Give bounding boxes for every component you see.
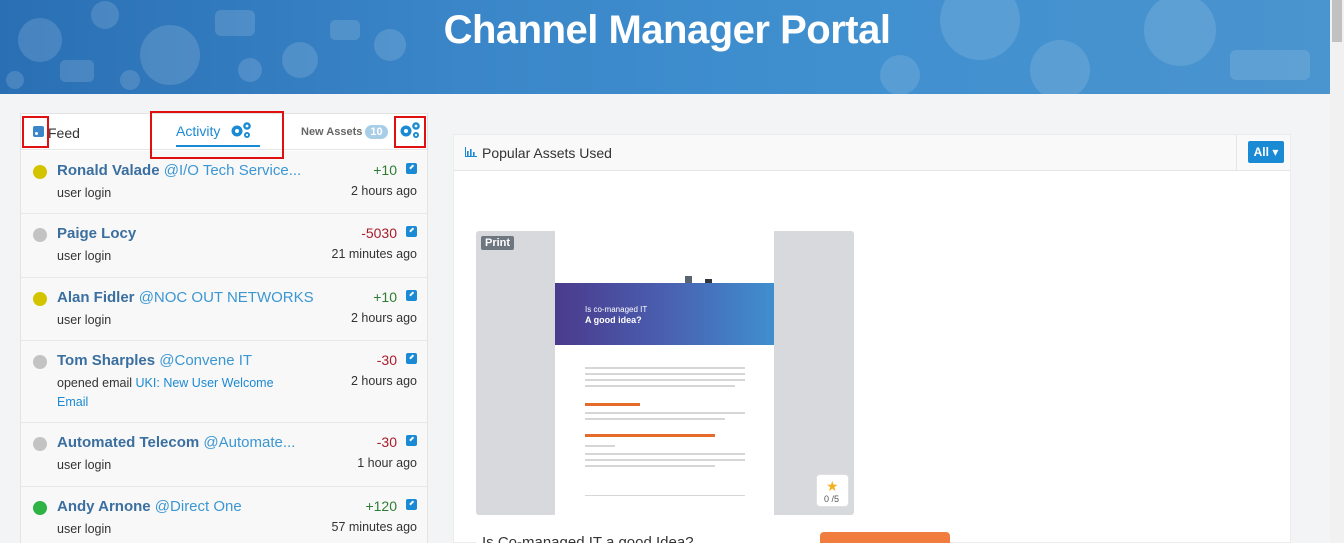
header-divider [1236,135,1237,171]
feed-item[interactable]: Ronald Valade @I/O Tech Service... user … [21,151,427,214]
company-link[interactable]: @I/O Tech Service... [164,162,302,179]
activity-feed-list: Ronald Valade @I/O Tech Service... user … [21,151,427,543]
doc-text-line [585,465,715,467]
asset-preview-document: Is co-managed IT A good idea? [555,231,774,515]
score-change: +120 [365,498,397,514]
doc-text-line [585,373,745,375]
company-link[interactable]: @Automate... [203,434,295,451]
status-dot [33,292,47,306]
asset-hero-line1: Is co-managed IT [585,305,648,314]
activity-action: user login [57,522,112,536]
contact-name[interactable]: Alan Fidler @NOC OUT NETWORKS [57,289,314,306]
asset-type-badge: Print [481,236,515,250]
doc-text-line [585,459,745,461]
company-link[interactable]: @NOC OUT NETWORKS [139,289,314,306]
highlight-box-settings [394,116,426,148]
page-scrollbar[interactable] [1330,0,1344,543]
scrollbar-thumb[interactable] [1332,0,1342,42]
status-dot [33,437,47,451]
contact-name[interactable]: Tom Sharples @Convene IT [57,352,252,369]
feed-item[interactable]: Alan Fidler @NOC OUT NETWORKS user login… [21,278,427,341]
score-change: -5030 [361,225,397,241]
tab-new-assets[interactable]: New Assets 10 [301,125,388,139]
status-dot [33,355,47,369]
contact-name[interactable]: Andy Arnone @Direct One [57,498,242,515]
activity-time: 1 hour ago [357,456,417,470]
external-link-icon[interactable] [406,290,417,301]
activity-action: opened email UKI: New User Welcome Email [57,376,274,409]
asset-hero-banner: Is co-managed IT A good idea? [555,283,774,345]
activity-action: user login [57,249,112,263]
tab-feed[interactable]: Feed [48,125,80,141]
status-dot [33,165,47,179]
popular-assets-title: Popular Assets Used [482,145,612,161]
activity-time: 2 hours ago [350,184,417,198]
filter-dropdown-button[interactable]: All ▾ [1248,141,1284,163]
star-icon: ★ [826,478,839,494]
activity-action: user login [57,313,112,327]
activity-panel: Feed Activity New Assets 10 Ronald Valade… [20,113,428,543]
feed-item[interactable]: Andy Arnone @Direct One user login +120 … [21,487,427,543]
doc-heading-line [585,403,640,406]
bar-chart-icon [465,147,477,157]
company-link[interactable]: @Direct One [155,498,242,515]
doc-text-line [585,367,745,369]
asset-card[interactable]: Is co-managed IT A good idea? Print ★ 0 … [476,231,854,543]
status-dot [33,228,47,242]
status-dot [33,501,47,515]
caret-down-icon: ▾ [1272,145,1279,159]
floating-action-button[interactable] [820,532,950,543]
score-change: +10 [373,162,397,178]
activity-action: user login [57,458,112,472]
highlight-box-rss [22,116,49,148]
asset-thumbnail[interactable]: Is co-managed IT A good idea? Print ★ 0 … [476,231,854,515]
contact-name[interactable]: Paige Locy [57,225,136,242]
external-link-icon[interactable] [406,226,417,237]
score-change: -30 [376,434,397,450]
doc-text-line [585,379,745,381]
external-link-icon[interactable] [406,163,417,174]
header-banner: Channel Manager Portal [0,0,1330,94]
feed-item[interactable]: Tom Sharples @Convene IT opened email UK… [21,341,427,423]
popular-assets-header: Popular Assets Used All ▾ [454,135,1290,171]
rating-value: 0 /5 [824,494,840,504]
company-link[interactable]: @Convene IT [159,352,252,369]
asset-hero-line2: A good idea? [585,315,642,325]
doc-footer-line [585,495,745,496]
asset-rating[interactable]: ★ 0 /5 [816,474,849,507]
external-link-icon[interactable] [406,435,417,446]
doc-heading-line [585,434,715,437]
score-change: +10 [373,289,397,305]
feed-item[interactable]: Paige Locy user login -5030 21 minutes a… [21,214,427,278]
new-assets-count-badge: 10 [365,125,388,139]
contact-name[interactable]: Automated Telecom @Automate... [57,434,295,451]
contact-name[interactable]: Ronald Valade @I/O Tech Service... [57,162,301,179]
activity-time: 2 hours ago [350,374,417,388]
score-change: -30 [376,352,397,368]
activity-action: user login [57,186,112,200]
external-link-icon[interactable] [406,353,417,364]
doc-text-line [585,453,745,455]
doc-text-line [585,412,745,414]
activity-time: 21 minutes ago [331,247,417,261]
popular-assets-panel: Popular Assets Used All ▾ Is co-managed … [453,134,1291,543]
asset-title[interactable]: Is Co-managed IT a good Idea? [482,534,694,543]
page-title: Channel Manager Portal [443,8,891,52]
external-link-icon[interactable] [406,499,417,510]
feed-item[interactable]: Automated Telecom @Automate... user logi… [21,423,427,487]
doc-text-line [585,385,735,387]
activity-time: 57 minutes ago [331,520,417,534]
highlight-box-activity [150,111,284,159]
tab-new-assets-label: New Assets [301,126,363,138]
doc-text-line [585,418,725,420]
doc-text-line [585,445,615,447]
activity-time: 2 hours ago [350,311,417,325]
